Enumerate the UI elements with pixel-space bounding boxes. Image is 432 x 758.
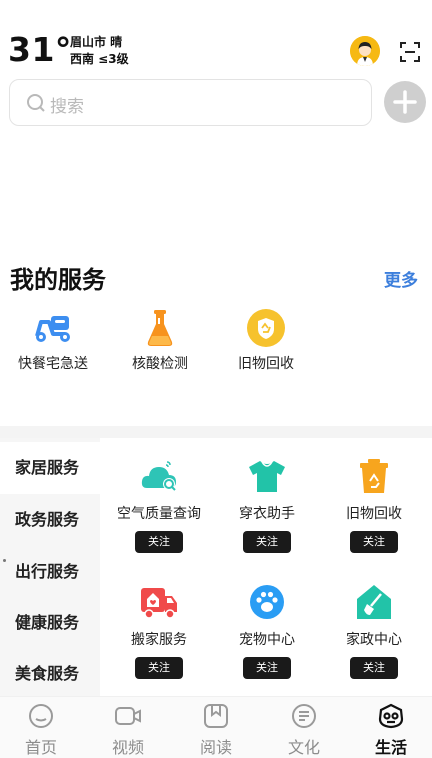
temperature: 31° <box>8 30 72 69</box>
header: 31° 眉山市 晴 西南 ≤3级 <box>0 0 432 78</box>
tab-reading[interactable]: 阅读 <box>181 703 251 758</box>
my-services-title: 我的服务 <box>10 266 106 294</box>
life-icon <box>378 703 404 729</box>
service-label: 核酸检测 <box>132 356 188 372</box>
category-home-service[interactable]: 家居服务 <box>0 442 100 494</box>
item-air-quality[interactable]: 空气质量查询 关注 <box>105 456 213 553</box>
weather-info[interactable]: 眉山市 晴 西南 ≤3级 <box>70 34 129 68</box>
tab-video[interactable]: 视频 <box>93 703 163 758</box>
item-housekeeping[interactable]: 家政中心 关注 <box>320 582 428 679</box>
tab-label: 首页 <box>24 738 57 757</box>
tshirt-icon <box>247 456 287 496</box>
category-travel[interactable]: 出行服务 <box>0 546 100 598</box>
search-input[interactable]: 搜索 <box>50 92 84 117</box>
item-label: 宠物中心 <box>239 632 295 648</box>
wind-level: 西南 ≤3级 <box>70 52 129 66</box>
tab-label: 视频 <box>111 738 144 757</box>
item-label: 穿衣助手 <box>239 506 295 522</box>
follow-button[interactable]: 关注 <box>135 657 183 679</box>
item-dressing[interactable]: 穿衣助手 关注 <box>213 456 321 553</box>
service-label: 旧物回收 <box>238 356 294 372</box>
item-pet-center[interactable]: 宠物中心 关注 <box>213 582 321 679</box>
search-icon <box>26 93 46 117</box>
moving-truck-icon <box>139 582 179 622</box>
item-recycle[interactable]: 旧物回收 关注 <box>320 456 428 553</box>
scan-icon[interactable] <box>398 40 422 64</box>
category-health[interactable]: 健康服务 <box>0 597 100 649</box>
category-food[interactable]: 美食服务 <box>0 648 100 700</box>
recycle-bin-icon <box>354 456 394 496</box>
service-delivery[interactable]: 快餐宅急送 <box>5 306 101 373</box>
tab-label: 阅读 <box>199 738 232 757</box>
item-label: 旧物回收 <box>346 506 402 522</box>
follow-button[interactable]: 关注 <box>243 657 291 679</box>
item-label: 搬家服务 <box>131 632 187 648</box>
tab-label: 文化 <box>287 738 320 757</box>
flask-icon <box>138 306 182 350</box>
tab-culture[interactable]: 文化 <box>269 703 339 758</box>
follow-button[interactable]: 关注 <box>243 531 291 553</box>
book-icon <box>203 703 229 729</box>
tab-label: 生活 <box>374 738 407 757</box>
search-box[interactable]: 搜索 <box>9 79 372 126</box>
scooter-icon <box>31 306 75 350</box>
follow-button[interactable]: 关注 <box>350 657 398 679</box>
category-government[interactable]: 政务服务 <box>0 494 100 546</box>
recycle-badge-icon <box>244 306 288 350</box>
item-label: 空气质量查询 <box>117 506 201 522</box>
document-icon <box>291 703 317 729</box>
indicator-dot <box>3 559 6 562</box>
service-label: 快餐宅急送 <box>18 356 88 372</box>
more-link[interactable]: 更多 <box>384 266 418 291</box>
air-cloud-icon <box>139 456 179 496</box>
service-nucleic-test[interactable]: 核酸检测 <box>112 306 208 373</box>
item-label: 家政中心 <box>346 632 402 648</box>
avatar-icon[interactable] <box>350 36 380 66</box>
tab-home[interactable]: 首页 <box>6 703 76 758</box>
city-weather: 眉山市 晴 <box>70 35 123 49</box>
follow-button[interactable]: 关注 <box>350 531 398 553</box>
service-recycle[interactable]: 旧物回收 <box>218 306 314 373</box>
video-icon <box>115 703 141 729</box>
home-face-icon <box>28 703 54 729</box>
plus-icon[interactable] <box>384 81 426 123</box>
follow-button[interactable]: 关注 <box>135 531 183 553</box>
house-broom-icon <box>354 582 394 622</box>
tab-life[interactable]: 生活 <box>356 703 426 758</box>
section-divider <box>0 426 432 438</box>
item-moving[interactable]: 搬家服务 关注 <box>105 582 213 679</box>
paw-icon <box>247 582 287 622</box>
bottom-tab-bar: 首页 视频 阅读 文化 生活 <box>0 696 432 758</box>
